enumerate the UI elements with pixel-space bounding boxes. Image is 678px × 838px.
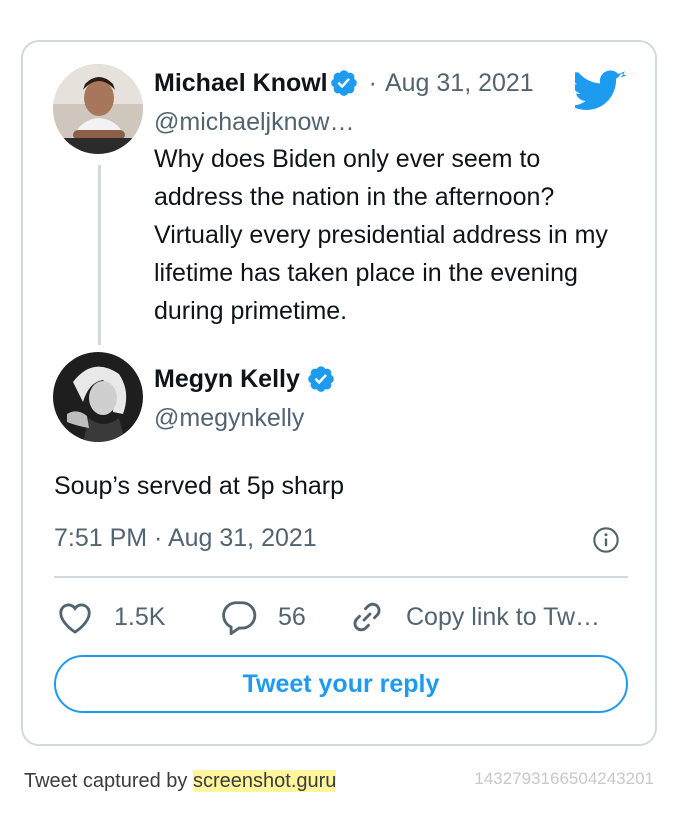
reply-bubble-icon — [222, 601, 257, 635]
tweet-text: Soup’s served at 5p sharp — [54, 472, 345, 500]
tweet-timestamp[interactable]: 7:51 PM · Aug 31, 2021 — [54, 524, 317, 553]
capture-credit: Tweet captured by screenshot.guru — [24, 770, 337, 793]
verified-badge-icon — [330, 70, 357, 96]
quoted-author-name[interactable]: Michael Knowl — [154, 69, 328, 98]
reply-action[interactable]: 56 — [220, 599, 306, 635]
captured-by-label: Tweet captured by — [24, 770, 188, 792]
reply-count: 56 — [278, 602, 306, 631]
twitter-logo-icon[interactable] — [575, 70, 627, 114]
copy-link-action[interactable]: Copy link to Tw… — [348, 599, 600, 635]
thread-connector-line — [98, 165, 101, 345]
date-separator: · — [368, 68, 377, 97]
avatar-megyn[interactable] — [53, 352, 143, 442]
screenshot-guru-link[interactable]: screenshot.guru — [193, 770, 337, 792]
divider — [54, 576, 628, 578]
tweet-id: 1432793166504243201 — [474, 769, 654, 788]
author-handle[interactable]: @megynkelly — [154, 404, 304, 433]
avatar-michael[interactable] — [53, 64, 143, 154]
heart-icon — [59, 603, 91, 634]
link-icon — [353, 602, 381, 632]
like-count: 1.5K — [114, 602, 166, 631]
copy-link-label: Copy link to Tw… — [406, 602, 601, 631]
author-name[interactable]: Megyn Kelly — [154, 365, 300, 394]
quoted-date[interactable]: Aug 31, 2021 — [385, 69, 534, 98]
tweet-card: Michael Knowl · Aug 31, 2021 @michaeljkn… — [21, 40, 657, 746]
like-action[interactable]: 1.5K — [56, 599, 165, 635]
verified-badge-icon — [308, 366, 334, 392]
tweet-your-reply-button[interactable]: Tweet your reply — [54, 655, 628, 713]
info-icon[interactable] — [592, 526, 620, 554]
quoted-tweet-text: Why does Biden only ever seem to address… — [154, 145, 608, 325]
quoted-author-handle[interactable]: @michaeljknow… — [154, 108, 354, 137]
